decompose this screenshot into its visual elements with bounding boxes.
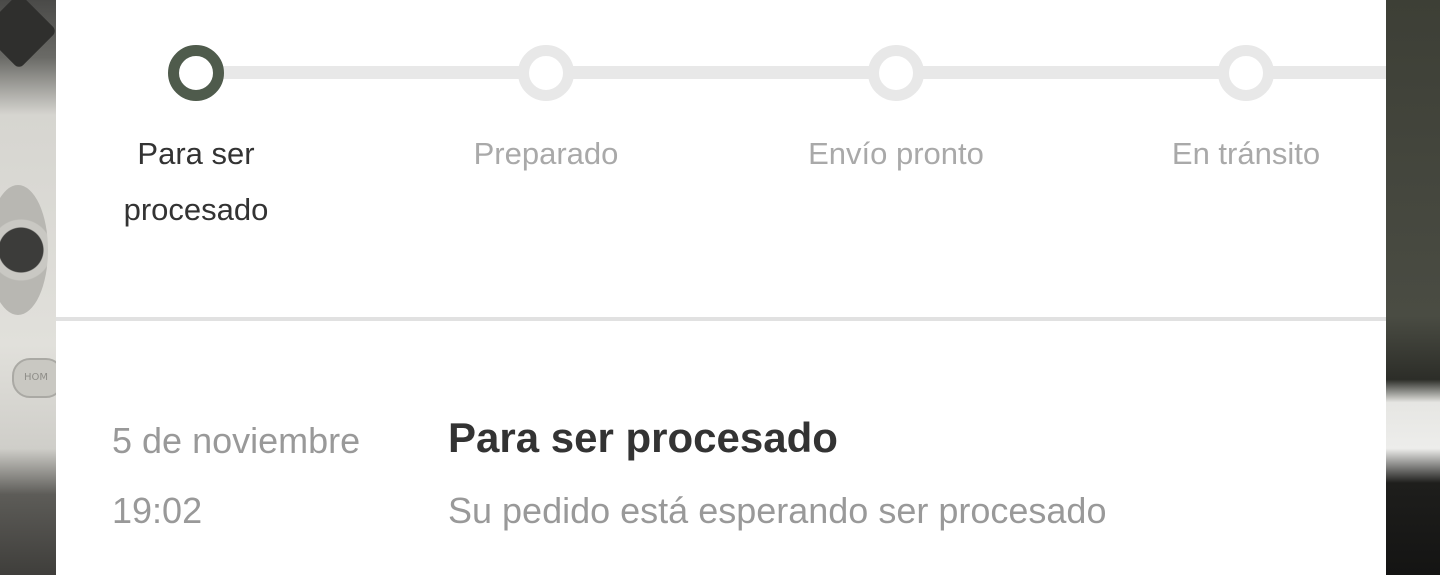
event-time: 19:02: [112, 490, 203, 531]
event-title: Para ser procesado: [448, 414, 838, 461]
order-tracking-panel: Para ser procesado Preparado Envío pront…: [56, 0, 1386, 575]
background-photo-left: HOM: [0, 0, 64, 575]
progress-track-line: [196, 66, 1386, 79]
order-progress-tracker: Para ser procesado Preparado Envío pront…: [56, 0, 1386, 318]
controller-dpad: [0, 0, 58, 70]
event-description: Su pedido está esperando ser procesado: [448, 490, 1107, 531]
step-label-envio-pronto: Envío pronto: [808, 136, 984, 171]
step-label-para-ser-procesado: Para ser procesado: [123, 136, 269, 227]
step-label-preparado: Preparado: [473, 136, 619, 171]
section-divider: [56, 317, 1386, 321]
step-dot-en-transito: [1218, 45, 1274, 101]
step-dot-envio-pronto: [868, 45, 924, 101]
background-photo-right: [1386, 0, 1440, 575]
step-label-en-transito: En tránsito: [1171, 136, 1321, 171]
step-dot-preparado: [518, 45, 574, 101]
event-date: 5 de noviembre: [112, 420, 361, 461]
step-dot-para-ser-procesado: [168, 45, 224, 101]
controller-joystick: [0, 185, 48, 315]
